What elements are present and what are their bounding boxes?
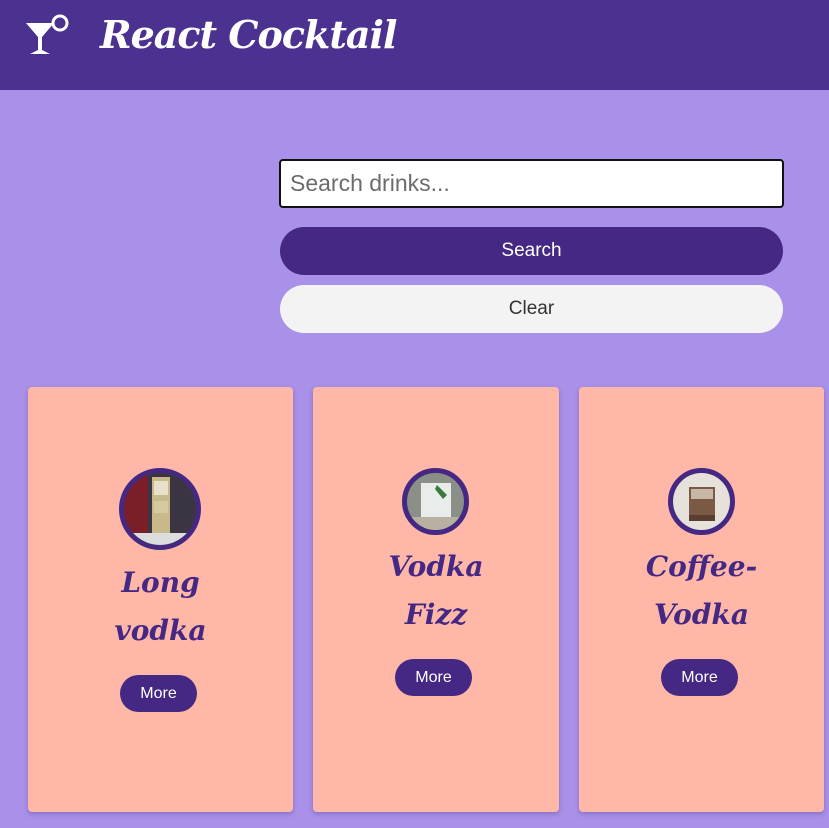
clear-button[interactable]: Clear (280, 285, 783, 333)
drink-image (402, 468, 469, 535)
drink-name: vodka (114, 614, 207, 647)
app-title: React Cocktail (100, 12, 397, 57)
drink-card: Long vodka More (28, 387, 293, 812)
drink-name: Vodka (654, 598, 749, 631)
drink-card: Vodka Fizz More (313, 387, 559, 812)
drink-name: Coffee- (645, 550, 758, 583)
search-button[interactable]: Search (280, 227, 783, 275)
more-button[interactable]: More (120, 675, 197, 712)
search-input[interactable] (279, 159, 784, 208)
drink-name: Long (121, 566, 200, 599)
drink-name: Fizz (404, 598, 468, 631)
more-button[interactable]: More (395, 659, 472, 696)
cocktail-glass-icon[interactable] (24, 14, 74, 58)
drink-name: Vodka (388, 550, 484, 583)
app-header: React Cocktail (0, 0, 829, 90)
drink-image (119, 468, 201, 550)
more-button[interactable]: More (661, 659, 738, 696)
drink-card: Coffee- Vodka More (579, 387, 824, 812)
drink-image (668, 468, 735, 535)
